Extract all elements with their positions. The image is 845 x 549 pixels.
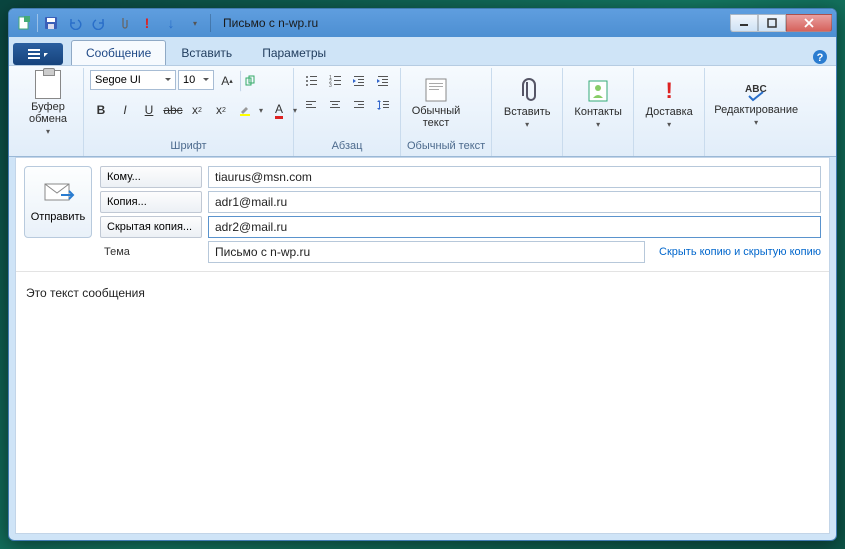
bcc-button[interactable]: Скрытая копия... — [100, 216, 202, 238]
bullets-button[interactable] — [300, 70, 322, 92]
group-clipboard: Буфер обмена ▾ — [13, 68, 84, 156]
maximize-button[interactable] — [758, 14, 786, 32]
svg-text:ABC: ABC — [745, 84, 767, 95]
bcc-row: Скрытая копия... — [100, 216, 821, 238]
font-name-combo[interactable]: Segoe UI — [90, 70, 176, 90]
address-book-icon — [585, 78, 611, 104]
hide-cc-bcc-link[interactable]: Скрыть копию и скрытую копию — [659, 246, 821, 258]
align-center-button[interactable] — [324, 94, 346, 116]
group-delivery: ! Доставка▾ — [634, 68, 705, 156]
subject-label: Тема — [100, 246, 202, 258]
group-insert: Вставить▾ — [492, 68, 563, 156]
envelope-send-icon — [41, 181, 75, 205]
editing-button[interactable]: ABC Редактирование▾ — [711, 70, 801, 136]
subscript-button[interactable]: x2 — [186, 99, 208, 121]
strikethrough-button[interactable]: abc — [162, 99, 184, 121]
compose-area: Отправить Кому... Копия... Скрытая копия… — [15, 157, 830, 534]
app-window: ! ↓ ▾ Письмо с n-wp.ru Сообщение Вставит… — [8, 8, 837, 541]
paperclip-icon — [515, 78, 539, 104]
undo-icon[interactable] — [64, 12, 86, 34]
help-icon[interactable]: ? — [812, 49, 828, 65]
svg-text:?: ? — [817, 52, 824, 64]
cc-row: Копия... — [100, 191, 821, 213]
ribbon: Буфер обмена ▾ Segoe UI 10 A▴ B I U abc — [9, 65, 836, 157]
window-title: Письмо с n-wp.ru — [223, 16, 730, 30]
priority-high-icon[interactable]: ! — [136, 12, 158, 34]
insert-attach-button[interactable]: Вставить▾ — [498, 70, 556, 136]
line-spacing-button[interactable] — [372, 94, 394, 116]
file-menu-button[interactable] — [13, 43, 63, 65]
spellcheck-icon: ABC — [743, 80, 769, 102]
titlebar: ! ↓ ▾ Письмо с n-wp.ru — [9, 9, 836, 37]
save-icon[interactable] — [40, 12, 62, 34]
outdent-button[interactable] — [348, 70, 370, 92]
qat-menu-icon[interactable]: ▾ — [184, 12, 206, 34]
highlight-button[interactable]: ▾ — [234, 99, 266, 121]
redo-icon[interactable] — [88, 12, 110, 34]
attach-icon[interactable] — [112, 12, 134, 34]
underline-button[interactable]: U — [138, 99, 160, 121]
group-paragraph: 123 Абзац — [294, 68, 401, 156]
group-font: Segoe UI 10 A▴ B I U abc x2 x2 ▾ A▾ Шриф… — [84, 68, 294, 156]
indent-button[interactable] — [372, 70, 394, 92]
group-plaintext: Обычный текст Обычный текст — [401, 68, 492, 156]
svg-text:3: 3 — [329, 83, 332, 88]
tab-options[interactable]: Параметры — [247, 40, 341, 65]
bcc-input[interactable] — [208, 216, 821, 238]
subject-row: Тема Скрыть копию и скрытую копию — [100, 241, 821, 263]
paste-button[interactable]: Буфер обмена ▾ — [19, 70, 77, 136]
to-row: Кому... — [100, 166, 821, 188]
tab-message[interactable]: Сообщение — [71, 40, 166, 65]
contacts-button[interactable]: Контакты▾ — [569, 70, 627, 136]
ribbon-tabs: Сообщение Вставить Параметры ? — [9, 37, 836, 65]
plaintext-icon — [422, 77, 450, 103]
grow-font-icon[interactable]: A▴ — [216, 70, 238, 92]
shrink-font-icon[interactable] — [240, 70, 262, 92]
italic-button[interactable]: I — [114, 99, 136, 121]
clipboard-icon — [35, 70, 61, 99]
quick-access-toolbar: ! ↓ ▾ — [13, 12, 206, 34]
bold-button[interactable]: B — [90, 99, 112, 121]
message-header: Отправить Кому... Копия... Скрытая копия… — [16, 158, 829, 272]
close-button[interactable] — [786, 14, 832, 32]
to-button[interactable]: Кому... — [100, 166, 202, 188]
align-right-button[interactable] — [348, 94, 370, 116]
font-size-combo[interactable]: 10 — [178, 70, 214, 90]
window-controls — [730, 14, 832, 32]
align-left-button[interactable] — [300, 94, 322, 116]
delivery-button[interactable]: ! Доставка▾ — [640, 70, 698, 136]
group-contacts: Контакты▾ — [563, 68, 634, 156]
group-editing: ABC Редактирование▾ — [705, 68, 807, 156]
subject-input[interactable] — [208, 241, 645, 263]
message-body[interactable]: Это текст сообщения — [16, 272, 829, 533]
new-icon[interactable] — [13, 12, 35, 34]
priority-icon: ! — [666, 78, 673, 104]
priority-low-icon[interactable]: ↓ — [160, 12, 182, 34]
plaintext-button[interactable]: Обычный текст — [407, 70, 465, 136]
tab-insert[interactable]: Вставить — [166, 40, 247, 65]
send-button[interactable]: Отправить — [24, 166, 92, 238]
cc-input[interactable] — [208, 191, 821, 213]
cc-button[interactable]: Копия... — [100, 191, 202, 213]
minimize-button[interactable] — [730, 14, 758, 32]
numbering-button[interactable]: 123 — [324, 70, 346, 92]
superscript-button[interactable]: x2 — [210, 99, 232, 121]
to-input[interactable] — [208, 166, 821, 188]
